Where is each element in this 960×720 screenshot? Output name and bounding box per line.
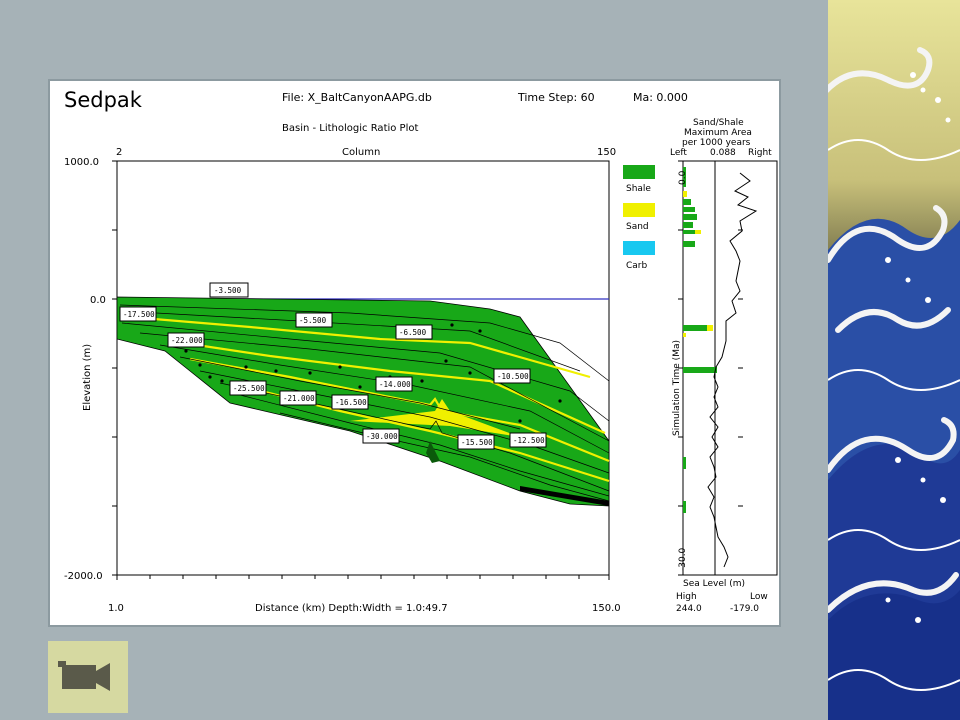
low-label: Low [750, 592, 768, 602]
y-tick-bottom: -2000.0 [64, 571, 103, 582]
svg-text:-30.000: -30.000 [366, 432, 398, 441]
column-start: 2 [116, 147, 122, 158]
decorative-wave-panel [828, 0, 960, 720]
svg-text:-6.500: -6.500 [399, 328, 427, 337]
svg-text:-10.500: -10.500 [497, 372, 529, 381]
svg-text:-17.500: -17.500 [123, 310, 155, 319]
callout-9: -14.000 [375, 376, 413, 392]
y-tick-top: 1000.0 [64, 157, 99, 168]
side-right-label: Right [748, 148, 772, 158]
callout-10: -10.500 [493, 368, 531, 384]
svg-text:-3.500: -3.500 [214, 286, 242, 295]
callout-2: -17.500 [119, 306, 157, 322]
callout-4: -5.500 [295, 312, 333, 328]
legend-swatch-shale [623, 165, 655, 179]
svg-text:-21.000: -21.000 [283, 394, 315, 403]
side-axis-top: 0.0 [678, 170, 688, 185]
sea-level-track [714, 160, 778, 576]
ma-label: Ma: 0.000 [633, 91, 688, 104]
column-label: Column [342, 147, 380, 158]
x-start: 1.0 [108, 603, 124, 614]
app-title: Sedpak [64, 88, 143, 112]
svg-text:-22.000: -22.000 [171, 336, 203, 345]
legend-label-shale: Shale [626, 184, 651, 194]
y-tick-zero: 0.0 [90, 295, 106, 306]
legend-label-sand: Sand [626, 222, 649, 232]
side-header-line1: Sand/Shale [693, 118, 744, 128]
high-value: 244.0 [676, 604, 702, 614]
callout-3: -22.000 [167, 332, 205, 348]
callout-8: -16.500 [331, 394, 369, 410]
callout-5: -6.500 [395, 324, 433, 340]
side-axis-label: Simulation Time (Ma) [672, 340, 682, 436]
side-header-line3: per 1000 years [682, 138, 751, 148]
side-left-label: Left [670, 148, 687, 158]
sedpak-window: Sedpak File: X_BaltCanyonAAPG.db Time St… [48, 79, 781, 627]
svg-text:-14.000: -14.000 [379, 380, 411, 389]
video-camera-icon [58, 661, 110, 691]
y-axis-label: Elevation (m) [82, 344, 93, 411]
svg-text:-12.500: -12.500 [513, 436, 545, 445]
high-label: High [676, 592, 697, 602]
svg-text:-5.500: -5.500 [299, 316, 327, 325]
side-header-line2: Maximum Area [684, 128, 752, 138]
low-value: -179.0 [730, 604, 759, 614]
callout-7: -21.000 [279, 390, 317, 406]
sea-level-label: Sea Level (m) [683, 579, 745, 589]
legend-swatch-carb [623, 241, 655, 255]
legend-swatch-sand [623, 203, 655, 217]
callout-6: -25.500 [229, 380, 267, 396]
legend: Shale Sand Carb [623, 165, 655, 271]
file-label: File: X_BaltCanyonAAPG.db [282, 91, 432, 104]
legend-label-carb: Carb [626, 261, 647, 271]
callout-11: -30.000 [362, 428, 400, 444]
svg-text:-25.500: -25.500 [233, 384, 265, 393]
callout-13: -12.500 [509, 432, 547, 448]
svg-text:-16.500: -16.500 [335, 398, 367, 407]
plot-subtitle: Basin - Lithologic Ratio Plot [282, 123, 418, 134]
callout-1: -3.500 [209, 282, 249, 298]
side-panel: Sand/Shale Maximum Area per 1000 years L… [670, 118, 778, 614]
video-action-button[interactable] [48, 641, 128, 713]
svg-text:-15.500: -15.500 [461, 438, 493, 447]
x-end: 150.0 [592, 603, 621, 614]
callout-12: -15.500 [457, 434, 495, 450]
time-step-label: Time Step: 60 [517, 91, 595, 104]
side-value: 0.088 [710, 148, 736, 158]
column-end: 150 [597, 147, 616, 158]
x-axis-label: Distance (km) Depth:Width = 1.0:49.7 [255, 603, 448, 614]
side-axis-bottom: -30.0 [678, 547, 688, 571]
